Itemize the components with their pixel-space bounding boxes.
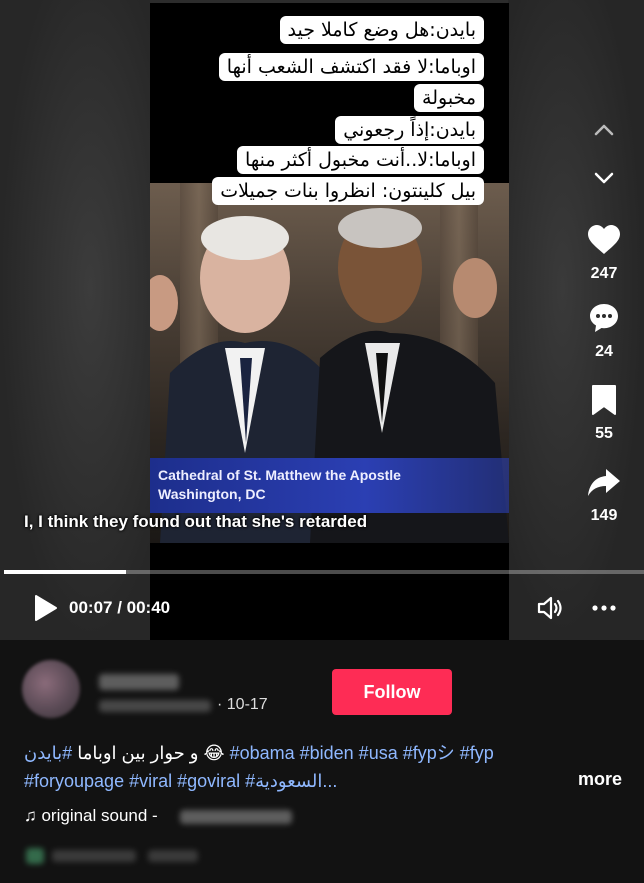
caption-line: بيل كلينتون: انظروا بنات جميلات (212, 177, 484, 205)
post-date: · 10-17 (217, 696, 268, 713)
sound-author-redacted[interactable] (180, 810, 292, 824)
sound-link[interactable]: ♫ original sound - (24, 806, 158, 826)
progress-bar[interactable] (4, 570, 644, 574)
effect-label-redacted (52, 850, 136, 862)
description-line-1: و حوار بين اوباما #بايدن 😂 #obama #biden… (24, 741, 494, 765)
more-link[interactable]: more (578, 769, 622, 790)
save-count: 55 (595, 425, 613, 442)
description-prefix: و (189, 743, 199, 763)
chevron-down-icon (594, 172, 614, 184)
volume-button[interactable] (536, 594, 564, 622)
chevron-up-icon (594, 124, 614, 136)
video-frame[interactable]: بايدن:هل وضع كاملا جيد اوباما:لا فقد اكت… (150, 3, 509, 640)
like-action[interactable]: 247 (580, 224, 628, 283)
effect-meta-redacted (148, 850, 198, 862)
heart-icon (588, 225, 620, 254)
comment-count: 24 (595, 343, 613, 360)
playback-time: 00:07 / 00:40 (69, 598, 171, 617)
avatar[interactable] (22, 660, 80, 718)
nickname-redacted (99, 700, 211, 712)
blurred-backdrop-left (0, 0, 150, 640)
progress-fill (4, 570, 126, 574)
play-button[interactable] (34, 594, 58, 622)
username-redacted[interactable] (99, 674, 179, 690)
bookmark-icon (592, 385, 616, 415)
effect-icon-redacted (26, 848, 44, 864)
share-icon (588, 469, 620, 496)
news-banner-location: Cathedral of St. Matthew the Apostle (158, 467, 401, 483)
description-text: حوار بين اوباما (77, 743, 185, 763)
video-player[interactable]: بايدن:هل وضع كاملا جيد اوباما:لا فقد اكت… (0, 0, 644, 640)
volume-icon (537, 596, 562, 620)
like-count: 247 (590, 265, 618, 282)
caption-line: مخبولة (414, 84, 484, 112)
caption-line: بايدن:هل وضع كاملا جيد (279, 16, 484, 44)
caption-line: اوباما:لا فقد اكتشف الشعب أنها (218, 53, 484, 81)
news-banner-city: Washington, DC (158, 486, 266, 502)
news-banner: Cathedral of St. Matthew the Apostle Was… (150, 458, 509, 513)
share-count: 149 (590, 507, 618, 524)
share-action[interactable]: 149 (580, 466, 628, 525)
laughing-emoji: 😂 (203, 743, 225, 763)
video-subtitle: I, I think they found out that she's ret… (24, 512, 368, 531)
caption-line: اوباما:لا..أنت مخبول أكثر منها (237, 146, 484, 174)
description-line-2: #foryoupage #viral #goviral #السعودية... (24, 769, 337, 793)
caption-line: بايدن:إذاً رجعوني (335, 116, 484, 144)
playback-controls: 00:07 / 00:40 (0, 590, 644, 626)
follow-button[interactable]: Follow (332, 669, 452, 715)
more-options-button[interactable] (590, 594, 618, 622)
play-icon (35, 595, 57, 621)
save-action[interactable]: 55 (580, 384, 628, 443)
hashtag-link[interactable]: #بايدن (24, 743, 72, 763)
next-video-button[interactable] (584, 160, 624, 196)
hashtag-links[interactable]: #obama #biden #usa #fypシ #fyp (230, 743, 494, 763)
more-icon (592, 605, 616, 611)
sound-label: ♫ original sound - (24, 806, 158, 825)
video-details: · 10-17 Follow و حوار بين اوباما #بايدن … (0, 640, 644, 883)
previous-video-button[interactable] (584, 112, 624, 148)
comment-icon (590, 304, 618, 332)
hashtag-links[interactable]: #foryoupage #viral #goviral #السعودية... (24, 771, 337, 791)
comment-action[interactable]: 24 (580, 302, 628, 361)
